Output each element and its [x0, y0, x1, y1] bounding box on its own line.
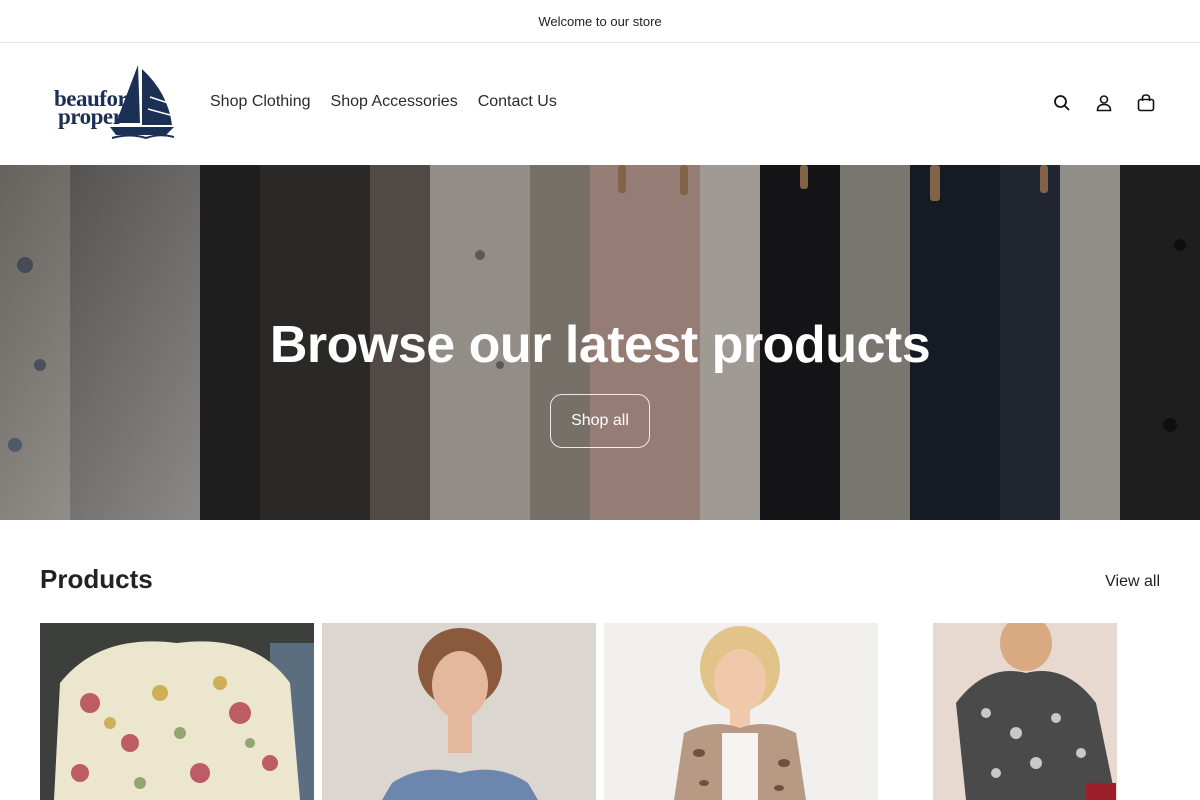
- product-card-print-poncho[interactable]: [886, 623, 1160, 800]
- shop-all-button[interactable]: Shop all: [550, 394, 650, 448]
- hero-banner: Browse our latest products Shop all: [0, 165, 1200, 520]
- search-icon[interactable]: [1052, 93, 1072, 113]
- products-heading: Products: [40, 564, 153, 594]
- nav-shop-accessories[interactable]: Shop Accessories: [331, 93, 458, 111]
- product-image: [886, 623, 1160, 800]
- nav-shop-clothing[interactable]: Shop Clothing: [210, 93, 311, 111]
- product-card-leopard-cardigan[interactable]: [604, 623, 878, 800]
- product-card-blue-sweater[interactable]: [322, 623, 596, 800]
- view-all-link[interactable]: View all: [1105, 573, 1160, 591]
- logo-word-2: proper: [58, 104, 123, 129]
- account-icon[interactable]: [1094, 93, 1114, 113]
- announcement-text: Welcome to our store: [538, 13, 662, 29]
- product-card-floral-top[interactable]: [40, 623, 314, 800]
- product-image: [40, 623, 314, 800]
- product-image: [604, 623, 878, 800]
- store-logo[interactable]: beaufort proper: [50, 63, 175, 139]
- cart-icon[interactable]: [1136, 93, 1156, 113]
- hero-title: Browse our latest products: [269, 316, 931, 374]
- product-image: [322, 623, 596, 800]
- nav-contact-us[interactable]: Contact Us: [478, 93, 557, 111]
- announcement-bar: Welcome to our store: [0, 0, 1200, 43]
- site-header: beaufort proper Shop Clothing Shop Acces…: [0, 43, 1200, 165]
- header-icons: [1052, 93, 1156, 113]
- main-nav: Shop Clothing Shop Accessories Contact U…: [210, 93, 557, 111]
